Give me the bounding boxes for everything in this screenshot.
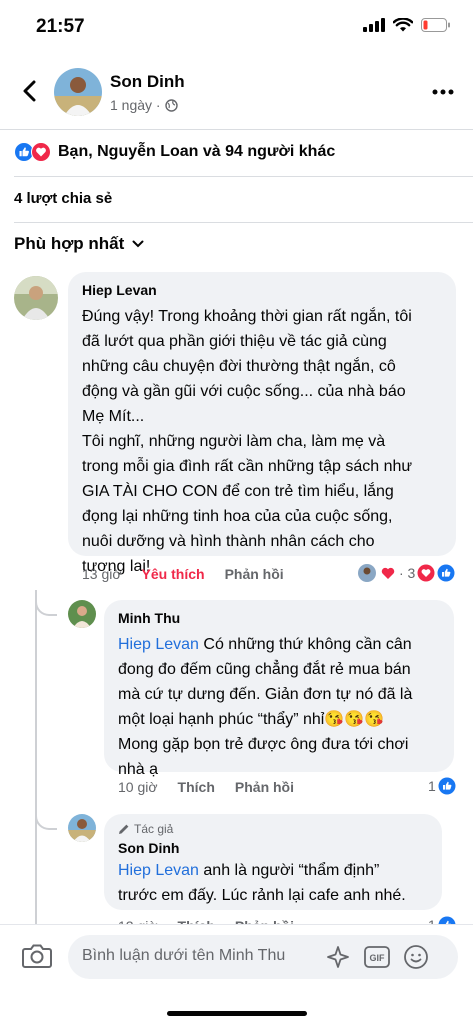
sort-label: Phù hợp nhất: [14, 234, 125, 253]
reply-button[interactable]: Phản hồi: [225, 566, 284, 582]
comment-reactions[interactable]: · 3: [357, 563, 455, 583]
divider: [0, 129, 473, 130]
author-name[interactable]: Son Dinh: [110, 72, 185, 92]
camera-button[interactable]: [20, 939, 54, 973]
more-options-button[interactable]: [427, 76, 459, 108]
camera-icon: [22, 944, 52, 968]
mention-link[interactable]: Hiep Levan: [118, 636, 199, 653]
author-badge-label: Tác giả: [134, 822, 174, 836]
status-icons: [363, 18, 451, 32]
comment-placeholder: Bình luận dưới tên Minh Thu: [82, 947, 286, 964]
reply-button[interactable]: Phản hồi: [235, 779, 294, 795]
signal-icon: [363, 18, 385, 32]
gif-button[interactable]: GIF: [363, 943, 391, 971]
comment-text: Đúng vậy! Trong khoảng thời gian rất ngắ…: [82, 308, 413, 575]
author-badge: Tác giả: [118, 822, 428, 836]
comment-reactions[interactable]: 1: [428, 777, 456, 795]
like-button[interactable]: Yêu thích: [142, 566, 205, 582]
thread-connector: [35, 596, 57, 616]
divider: [14, 222, 473, 223]
emoji-button[interactable]: [402, 943, 430, 971]
comment-bubble: Hiep Levan Đúng vậy! Trong khoảng thời g…: [68, 272, 456, 575]
home-indicator: [167, 1011, 307, 1016]
sparkle-sticker-icon: [327, 946, 349, 968]
post-time: 1 ngày ·: [110, 97, 161, 113]
sort-dropdown[interactable]: Phù hợp nhất: [14, 234, 144, 254]
reaction-count: · 3: [399, 565, 416, 581]
commenter-avatar[interactable]: [68, 600, 96, 628]
avatar-reaction-icon: [358, 564, 376, 582]
comment-bubble: Tác giả Son Dinh Hiep Levan anh là người…: [104, 814, 442, 910]
love-reaction-icon: [417, 564, 435, 582]
pencil-icon: [119, 824, 129, 834]
shares-count[interactable]: 4 lượt chia sẻ: [14, 190, 112, 207]
love-reaction-icon: [31, 142, 51, 162]
thread-connector: [35, 810, 57, 830]
chevron-down-icon: [132, 240, 144, 248]
comment-actions: 13 giờ Yêu thích Phản hồi: [82, 566, 304, 582]
gif-icon: GIF: [364, 946, 390, 968]
author-reply-avatar[interactable]: [68, 814, 96, 842]
battery-low-icon: [421, 18, 450, 32]
back-button[interactable]: [14, 76, 44, 106]
post-meta: 1 ngày ·: [110, 97, 178, 113]
divider: [14, 176, 473, 177]
like-reaction-icon: [438, 777, 456, 795]
smiley-icon: [404, 945, 428, 969]
globe-icon: [164, 98, 178, 112]
reaction-count: 1: [428, 778, 436, 794]
commenter-name[interactable]: Son Dinh: [118, 840, 428, 856]
more-dots-icon: [432, 89, 454, 95]
like-button[interactable]: Thích: [178, 779, 215, 795]
avatar-sticker-button[interactable]: [324, 943, 352, 971]
commenter-name[interactable]: Hiep Levan: [82, 282, 442, 298]
status-time: 21:57: [36, 16, 85, 37]
post-header: Son Dinh 1 ngày ·: [0, 62, 473, 122]
svg-text:GIF: GIF: [370, 953, 386, 963]
chevron-left-icon: [23, 80, 36, 102]
comment-actions: 10 giờ Thích Phản hồi: [118, 779, 314, 795]
love-reaction-icon: [381, 567, 395, 579]
status-bar: 21:57: [0, 0, 473, 52]
commenter-name[interactable]: Minh Thu: [118, 610, 440, 626]
comment-time: 10 giờ: [118, 779, 158, 795]
author-avatar[interactable]: [54, 68, 102, 116]
thread-line: [35, 590, 37, 970]
comment-bubble: Minh Thu Hiep Levan Có những thứ không c…: [104, 600, 454, 778]
like-reaction-icon: [437, 564, 455, 582]
comment-time: 13 giờ: [82, 566, 122, 582]
comment-composer: Bình luận dưới tên Minh Thu GIF: [0, 924, 473, 1024]
reactions-text: Bạn, Nguyễn Loan và 94 người khác: [58, 143, 336, 160]
reactions-summary[interactable]: Bạn, Nguyễn Loan và 94 người khác: [14, 142, 335, 162]
comment-text: Có những thứ không cần cân đong đo đếm c…: [118, 636, 413, 778]
wifi-icon: [393, 18, 413, 32]
mention-link[interactable]: Hiep Levan: [118, 862, 199, 879]
comment-input[interactable]: Bình luận dưới tên Minh Thu GIF: [68, 935, 458, 979]
commenter-avatar[interactable]: [14, 276, 58, 320]
